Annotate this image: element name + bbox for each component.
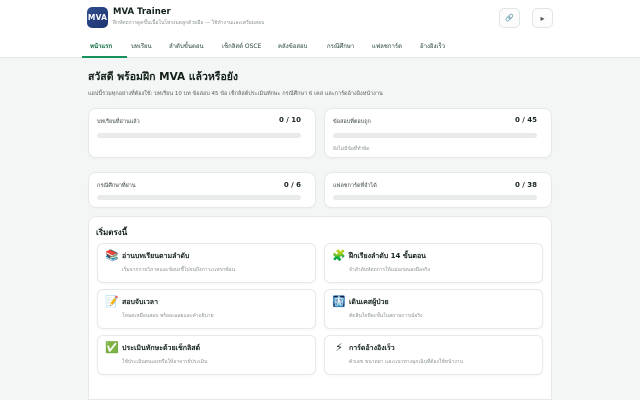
puzzle-icon: 🧩	[332, 249, 346, 262]
action-order-steps[interactable]: 🧩 ฝึกเรียงลำดับ 14 ขั้นตอน จำลำดับหัตถกา…	[324, 243, 543, 283]
stat-label: กรณีศึกษาที่ผ่าน	[97, 183, 136, 189]
stat-value: 0 / 38	[514, 181, 537, 189]
menu-button[interactable]: ▸	[532, 8, 553, 28]
tab-flashcards[interactable]: แฟลชการ์ด	[372, 36, 402, 58]
progress-bar	[333, 195, 537, 200]
stat-note: ยังไม่มีข้อที่ทำผิด	[333, 146, 370, 152]
app-title: MVA Trainer	[113, 7, 171, 17]
progress-bar	[97, 195, 301, 200]
action-title: ประเมินทักษะด้วยเช็กลิสต์	[122, 344, 201, 352]
action-description: ใช้ประเมินตนเองหรือให้อาจารย์ประเมิน	[122, 359, 208, 365]
chevron-right-icon: ▸	[540, 13, 545, 23]
app-subtitle: ฝึกหัตถการดูดขึ้นเนื้อในโพรงมดลูกด้วยมือ…	[113, 20, 265, 26]
action-skill-checklist[interactable]: ✅ ประเมินทักษะด้วยเช็กลิสต์ ใช้ประเมินตน…	[97, 335, 316, 375]
action-title: ฝึกเรียงลำดับ 14 ขั้นตอน	[349, 252, 426, 260]
progress-bar	[333, 133, 537, 138]
lightning-icon: ⚡	[335, 341, 343, 354]
memo-icon: 📝	[105, 295, 119, 308]
action-title: สอบจับเวลา	[122, 298, 159, 306]
action-title: อ่านบทเรียนตามลำดับ	[122, 252, 190, 260]
app-header: MVA MVA Trainer ฝึกหัตถการดูดขึ้นเนื้อใน…	[0, 0, 640, 36]
action-description: เริ่มจากกายวิภาคและข้อบ่งชี้ไปจนถึงภาวะแ…	[122, 267, 236, 273]
main-tabs: หน้าแรก บทเรียน ลำดับขั้นตอน เช็กลิสต์ O…	[0, 36, 640, 58]
stat-card-questions: ข้อสอบที่ตอบถูก 0 / 45 ยังไม่มีข้อที่ทำผ…	[324, 108, 552, 158]
stat-card-lessons: บทเรียนที่อ่านแล้ว 0 / 10	[88, 108, 316, 158]
stat-label: บทเรียนที่อ่านแล้ว	[97, 119, 140, 125]
action-description: จำลำดับหัตถการให้แม่นก่อนลงมือจริง	[349, 267, 431, 273]
stat-card-cases: กรณีศึกษาที่ผ่าน 0 / 6	[88, 172, 316, 208]
progress-bar	[97, 133, 301, 138]
stat-card-flashcards: แฟลชการ์ดที่จำได้ 0 / 38	[324, 172, 552, 208]
stat-label: ข้อสอบที่ตอบถูก	[333, 119, 371, 125]
stat-value: 0 / 6	[283, 181, 301, 189]
books-icon: 📚	[105, 249, 119, 262]
quick-start-title: เริ่มตรงนี้	[96, 228, 128, 237]
tab-question-bank[interactable]: คลังข้อสอบ	[278, 36, 307, 58]
action-title: เดินเคสผู้ป่วย	[349, 298, 389, 306]
tab-steps[interactable]: ลำดับขั้นตอน	[169, 36, 204, 58]
stat-label: แฟลชการ์ดที่จำได้	[333, 183, 377, 189]
stat-value: 0 / 10	[278, 116, 301, 124]
action-title: การ์ดอ้างอิงเร็ว	[349, 344, 395, 352]
active-tab-indicator	[82, 56, 127, 58]
action-patient-case[interactable]: 🩻 เดินเคสผู้ป่วย ตัดสินใจทีละขั้นในสถานก…	[324, 289, 543, 329]
tab-quick-reference[interactable]: อ้างอิงเร็ว	[420, 36, 445, 58]
xray-icon: 🩻	[332, 295, 346, 308]
action-description: โหมดเหมือนสอบ พร้อมเฉลยและคำอธิบาย	[122, 313, 214, 319]
app-logo: MVA	[87, 7, 108, 28]
checkmark-icon: ✅	[105, 341, 119, 354]
tab-case-studies[interactable]: กรณีศึกษา	[327, 36, 354, 58]
action-read-lessons[interactable]: 📚 อ่านบทเรียนตามลำดับ เริ่มจากกายวิภาคแล…	[97, 243, 316, 283]
page-title: สวัสดี พร้อมฝึก MVA แล้วหรือยัง	[88, 71, 239, 83]
quick-start-panel: เริ่มตรงนี้ 📚 อ่านบทเรียนตามลำดับ เริ่มจ…	[88, 216, 552, 400]
action-description: ตัดสินใจทีละขั้นในสถานการณ์จริง	[349, 313, 423, 319]
action-description: ตัวเลข ขนาดยา และแนวทางฉุกเฉินที่ต้องใช้…	[349, 359, 463, 365]
tab-lessons[interactable]: บทเรียน	[131, 36, 152, 58]
link-icon: 🔗	[505, 14, 514, 22]
action-quick-reference[interactable]: ⚡ การ์ดอ้างอิงเร็ว ตัวเลข ขนาดยา และแนวท…	[324, 335, 543, 375]
tab-home[interactable]: หน้าแรก	[90, 36, 112, 58]
action-timed-exam[interactable]: 📝 สอบจับเวลา โหมดเหมือนสอบ พร้อมเฉลยและค…	[97, 289, 316, 329]
page-subtitle: แอปนี้รวมทุกอย่างที่ต้องใช้: บทเรียน 10 …	[88, 91, 383, 97]
stat-value: 0 / 45	[514, 116, 537, 124]
tab-osce-checklist[interactable]: เช็กลิสต์ OSCE	[222, 36, 261, 58]
share-link-button[interactable]: 🔗	[499, 8, 520, 28]
